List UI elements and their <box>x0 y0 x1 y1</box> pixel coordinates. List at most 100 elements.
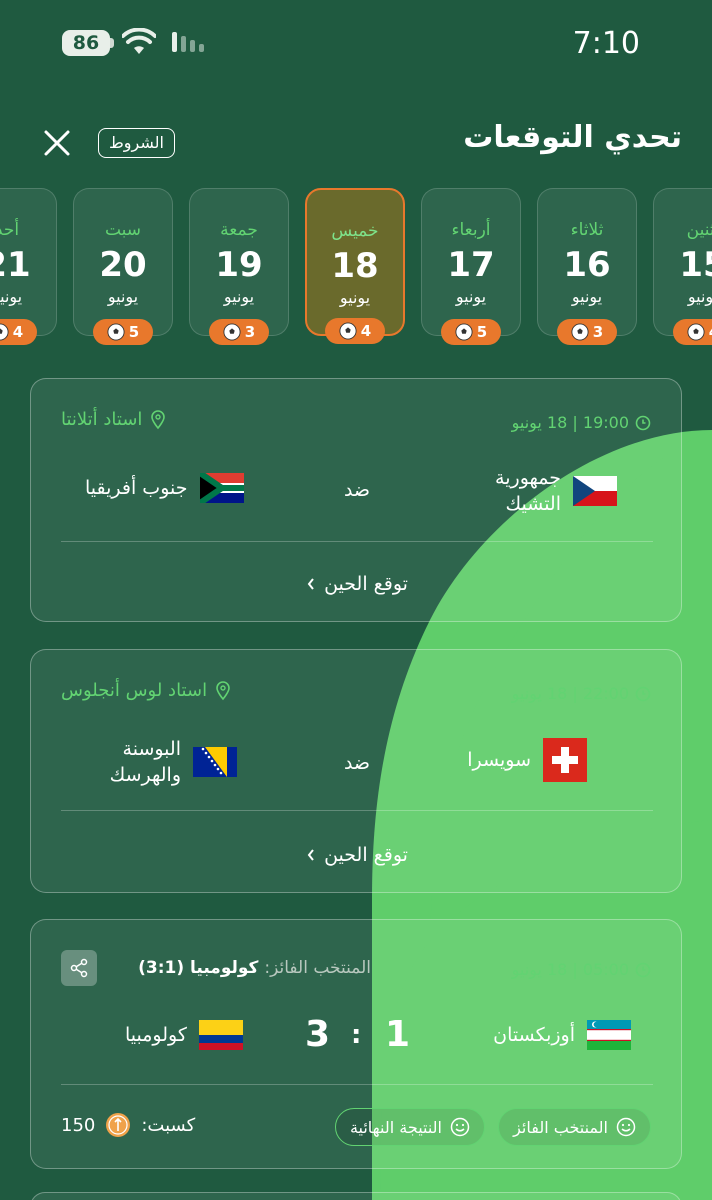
day-card-20[interactable]: سبت 20 يونيو 5 <box>73 188 173 345</box>
coin-icon <box>106 1113 131 1137</box>
datetime-text: 22:00 | 18 يونيو <box>511 684 629 703</box>
date-selector: اثنين 15 يونيو 4 ثلاثاء 16 يونيو 3 أربعا… <box>0 186 712 356</box>
soccer-ball-icon <box>455 323 473 341</box>
day-month: يونيو <box>223 287 255 306</box>
smiley-icon <box>450 1117 470 1137</box>
match-datetime: 05:00 | 18 يونيو <box>512 960 651 979</box>
day-card-18-selected[interactable]: خميس 18 يونيو 4 <box>305 188 405 344</box>
day-name: اثنين <box>686 220 712 240</box>
day-month: يونيو <box>687 287 712 306</box>
away-team: البوسنة والهرسك <box>85 736 237 788</box>
home-score: 1 <box>385 1014 411 1055</box>
soccer-ball-icon <box>571 323 589 341</box>
share-button[interactable] <box>61 950 97 986</box>
match-count-badge: 4 <box>673 319 712 345</box>
day-number: 20 <box>99 245 147 285</box>
datetime-text: 19:00 | 18 يونيو <box>511 413 629 432</box>
winner-pill-label: المنتخب الفائز <box>513 1117 608 1137</box>
day-card-21[interactable]: أحد 21 يونيو 4 <box>0 188 57 345</box>
share-icon <box>70 958 88 978</box>
soccer-ball-icon <box>107 323 125 341</box>
divider <box>61 541 653 542</box>
match-count: 4 <box>360 322 372 340</box>
final-result-pill[interactable]: النتيجة النهائية <box>334 1108 485 1146</box>
home-team: أوزبكستان <box>493 1020 631 1050</box>
day-number: 17 <box>447 245 495 285</box>
location-pin-icon <box>216 680 230 700</box>
match-count-badge: 3 <box>557 319 617 345</box>
predict-now-link[interactable]: توقع الحين <box>31 844 683 866</box>
next-match-card <box>30 1192 682 1200</box>
day-month: يونيو <box>571 287 603 306</box>
day-name: خميس <box>331 221 379 241</box>
close-button[interactable] <box>38 124 76 162</box>
day-card-17[interactable]: أربعاء 17 يونيو 5 <box>421 188 521 345</box>
match-count: 3 <box>592 323 604 341</box>
match-card: 22:00 | 18 يونيو استاد لوس أنجلوس سويسرا… <box>30 649 682 893</box>
away-team-name: كولومبيا <box>125 1024 187 1046</box>
day-name: أحد <box>0 220 20 240</box>
chevron-left-icon <box>307 849 314 861</box>
away-score: 3 <box>305 1014 331 1055</box>
day-month: يونيو <box>455 287 487 306</box>
match-count-badge: 3 <box>209 319 269 345</box>
clock-icon <box>635 415 651 430</box>
day-name: أربعاء <box>451 220 491 240</box>
home-team-name: أوزبكستان <box>493 1024 575 1046</box>
day-month: يونيو <box>0 287 23 306</box>
stadium-name: استاد لوس أنجلوس <box>61 680 208 701</box>
terms-button[interactable]: الشروط <box>98 128 175 158</box>
day-name: سبت <box>104 220 142 240</box>
day-number: 16 <box>563 245 611 285</box>
match-datetime: 22:00 | 18 يونيو <box>512 684 651 703</box>
day-number: 15 <box>679 245 712 285</box>
day-number: 21 <box>0 245 31 285</box>
stadium: استاد لوس أنجلوس <box>61 680 231 701</box>
day-name: جمعة <box>220 220 258 240</box>
south-africa-flag-icon <box>199 473 244 503</box>
status-bar: 86 7:10 <box>0 0 712 88</box>
day-month: يونيو <box>339 288 371 307</box>
battery-cap <box>110 38 114 48</box>
winner-summary: المنتخب الفائز: كولومبيا (3:1) <box>138 958 371 978</box>
earned-points: كسبت: 150 <box>61 1112 195 1138</box>
day-month: يونيو <box>107 287 139 306</box>
match-count: 3 <box>244 323 256 341</box>
clock-icon <box>635 686 651 701</box>
day-card-16[interactable]: ثلاثاء 16 يونيو 3 <box>537 188 637 345</box>
divider <box>61 810 653 811</box>
match-count-badge: 4 <box>325 318 385 344</box>
location-pin-icon <box>151 409 166 429</box>
winner-prediction-pill[interactable]: المنتخب الفائز <box>498 1108 651 1146</box>
soccer-ball-icon <box>223 323 241 341</box>
stadium-name: استاد أتلانتا <box>61 409 143 430</box>
match-count: 5 <box>476 323 488 341</box>
predict-now-label: توقع الحين <box>324 573 408 595</box>
away-team: كولومبيا <box>125 1020 243 1050</box>
chevron-left-icon <box>307 578 314 590</box>
divider <box>61 1084 653 1085</box>
cellular-signal-icon <box>172 32 204 52</box>
uzbekistan-flag-icon <box>587 1020 631 1050</box>
day-card-19[interactable]: جمعة 19 يونيو 3 <box>189 188 289 345</box>
match-count-badge: 4 <box>0 319 37 345</box>
day-name: ثلاثاء <box>570 220 604 240</box>
earned-points-value: 150 <box>61 1114 96 1136</box>
predict-now-link[interactable]: توقع الحين <box>31 573 683 595</box>
winner-value: كولومبيا (3:1) <box>138 958 259 978</box>
day-number: 18 <box>331 246 379 286</box>
match-card: 19:00 | 18 يونيو استاد أتلانتا جمهورية ا… <box>30 378 682 622</box>
match-count: 5 <box>128 323 140 341</box>
battery-indicator: 86 <box>62 30 110 56</box>
away-team-name: جنوب أفريقيا <box>85 477 188 499</box>
status-time: 7:10 <box>572 26 640 61</box>
page-header: الشروط تحدي التوقعات <box>0 120 712 170</box>
soccer-ball-icon <box>687 323 705 341</box>
earned-label: كسبت: <box>141 1114 196 1136</box>
match-count-badge: 5 <box>441 319 501 345</box>
match-datetime: 19:00 | 18 يونيو <box>512 413 651 432</box>
day-card-15[interactable]: اثنين 15 يونيو 4 <box>653 188 712 345</box>
day-number: 19 <box>215 245 263 285</box>
away-team-name: البوسنة والهرسك <box>109 738 181 786</box>
soccer-ball-icon <box>339 322 357 340</box>
